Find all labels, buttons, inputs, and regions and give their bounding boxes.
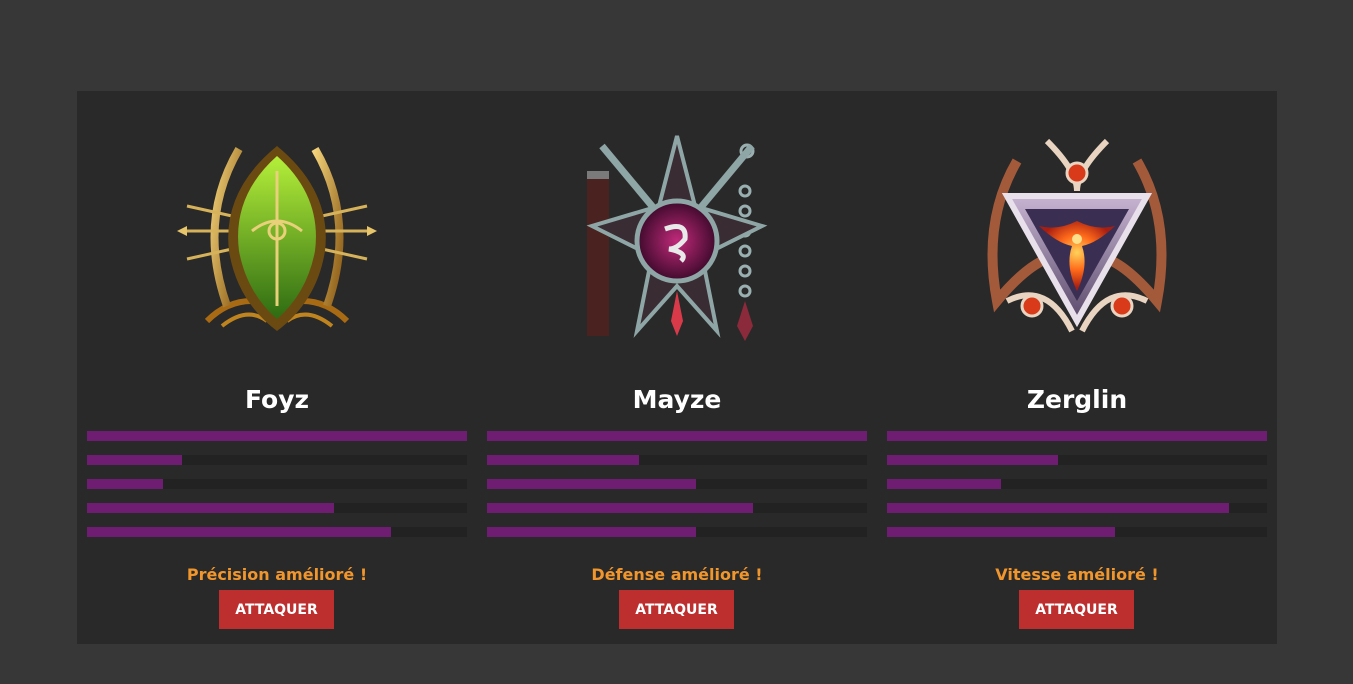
stat-bar bbox=[87, 479, 467, 489]
stat-bar-fill bbox=[487, 479, 696, 489]
stat-bar-fill bbox=[87, 503, 334, 513]
stat-bar bbox=[887, 479, 1267, 489]
stat-bar-fill bbox=[487, 527, 696, 537]
character-card-zerglin[interactable]: Zerglin Vitesse amélioré ! ATTAQUER bbox=[887, 91, 1267, 644]
stat-bar-fill bbox=[87, 479, 163, 489]
stat-bar bbox=[887, 527, 1267, 537]
stat-bar bbox=[887, 431, 1267, 441]
stat-bar bbox=[87, 527, 467, 537]
stat-bar-fill bbox=[87, 527, 391, 537]
stat-bar bbox=[887, 503, 1267, 513]
character-card-mayze[interactable]: Mayze Défense amélioré ! ATTAQUER bbox=[487, 91, 867, 644]
stat-bar-fill bbox=[887, 431, 1267, 441]
attack-button[interactable]: ATTAQUER bbox=[619, 590, 734, 629]
stat-bar-fill bbox=[487, 455, 639, 465]
stat-bar-fill bbox=[887, 479, 1001, 489]
stat-bar-fill bbox=[87, 431, 467, 441]
attack-button[interactable]: ATTAQUER bbox=[219, 590, 334, 629]
stat-bar bbox=[87, 503, 467, 513]
stat-bar-fill bbox=[87, 455, 182, 465]
character-select-panel: Foyz Précision amélioré ! ATTAQUER Mayze… bbox=[77, 91, 1277, 644]
dark-flail-emblem-icon bbox=[577, 131, 777, 341]
character-name: Mayze bbox=[632, 385, 722, 414]
bonus-text: Défense amélioré ! bbox=[591, 565, 763, 584]
attack-button[interactable]: ATTAQUER bbox=[1019, 590, 1134, 629]
phoenix-emblem-icon bbox=[977, 131, 1177, 341]
bonus-text: Vitesse amélioré ! bbox=[995, 565, 1159, 584]
stat-bar-fill bbox=[887, 455, 1058, 465]
stat-bar bbox=[87, 431, 467, 441]
elf-archer-emblem-icon bbox=[177, 131, 377, 341]
stat-bar bbox=[487, 431, 867, 441]
stat-bar-fill bbox=[887, 527, 1115, 537]
character-name: Foyz bbox=[244, 385, 310, 414]
character-card-foyz[interactable]: Foyz Précision amélioré ! ATTAQUER bbox=[87, 91, 467, 644]
stat-bar bbox=[487, 479, 867, 489]
stat-bar-fill bbox=[487, 431, 867, 441]
stat-bar-fill bbox=[487, 503, 753, 513]
character-name: Zerglin bbox=[1026, 385, 1128, 414]
stat-bar bbox=[487, 503, 867, 513]
stat-bar bbox=[487, 527, 867, 537]
stat-bar bbox=[487, 455, 867, 465]
stat-bar bbox=[887, 455, 1267, 465]
stat-bar-fill bbox=[887, 503, 1229, 513]
bonus-text: Précision amélioré ! bbox=[186, 565, 368, 584]
stat-bar bbox=[87, 455, 467, 465]
